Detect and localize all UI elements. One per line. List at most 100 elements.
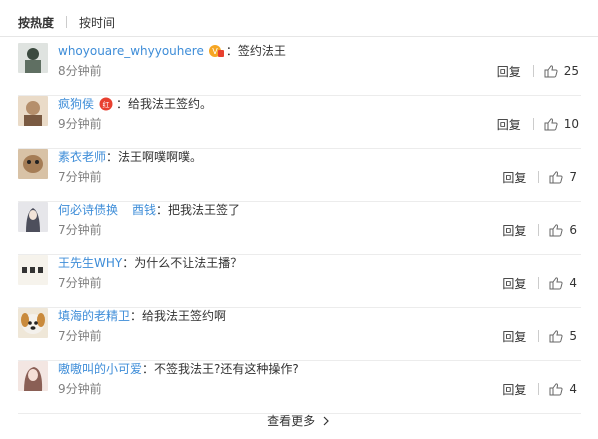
comment-text: 不签我法王?还有这种操作? — [154, 362, 299, 376]
avatar[interactable] — [18, 202, 48, 232]
comment-actions: 回复 6 — [502, 222, 577, 238]
comment-line: 嗷嗷叫的小可爱 ： 不签我法王?还有这种操作? — [58, 361, 299, 377]
like-button[interactable]: 25 — [544, 64, 579, 78]
reply-button[interactable]: 回复 — [502, 222, 526, 239]
comment-text: 把我法王签了 — [168, 203, 241, 217]
avatar[interactable] — [18, 255, 48, 285]
thumbs-up-icon — [549, 382, 563, 395]
vip-badge-icon: V — [208, 44, 224, 58]
comment-text: 给我法王签约。 — [128, 97, 213, 111]
thumbs-up-icon — [544, 64, 558, 77]
comment-line: 填海的老精卫 ： 给我法王签约啊 — [58, 308, 226, 324]
action-divider — [538, 224, 540, 236]
comment-item: 填海的老精卫 ： 给我法王签约啊 7分钟前 回复 5 — [0, 308, 598, 361]
comment-actions: 回复 7 — [502, 169, 577, 185]
like-button[interactable]: 5 — [549, 329, 577, 343]
comment-username[interactable]: 王先生WHY — [58, 255, 122, 271]
like-count: 25 — [563, 64, 579, 78]
like-count: 6 — [569, 223, 577, 237]
comment-username[interactable]: 素衣老师 — [58, 149, 106, 165]
comment-time: 7分钟前 — [58, 223, 102, 237]
like-button[interactable]: 4 — [549, 276, 577, 290]
svg-text:V: V — [212, 47, 218, 56]
comment-time: 7分钟前 — [58, 329, 102, 343]
load-more: 查看更多 — [0, 412, 598, 429]
comment-actions: 回复 10 — [497, 116, 579, 132]
like-count: 4 — [569, 382, 577, 396]
comment-actions: 回复 4 — [502, 381, 577, 397]
reply-button[interactable]: 回复 — [497, 63, 521, 80]
reply-button[interactable]: 回复 — [502, 275, 526, 292]
thumbs-up-icon — [549, 223, 563, 236]
comment-separator: ： — [122, 256, 135, 270]
comment-item: 王先生WHY ： 为什么不让法王播？ 7分钟前 回复 4 — [0, 255, 598, 308]
avatar[interactable] — [18, 308, 48, 338]
like-button[interactable]: 10 — [544, 117, 579, 131]
sort-tabs: 按热度 按时间 — [18, 12, 115, 32]
comment-time: 7分钟前 — [58, 276, 102, 290]
reply-button[interactable]: 回复 — [502, 381, 526, 398]
comment-separator: ： — [225, 44, 238, 58]
header-divider — [0, 36, 598, 37]
comment-username[interactable]: 何必诗债换 — [58, 202, 118, 218]
comment-time: 8分钟前 — [58, 64, 102, 78]
comment-item: whoyouare_whyyouhere V ： 签约法王 8分钟前 回复 25 — [0, 43, 598, 96]
comment-username[interactable]: 嗷嗷叫的小可爱 — [58, 361, 142, 377]
comment-line: 疯狗侯 红 ： 给我法王签约。 — [58, 96, 212, 112]
comment-item: 何必诗债换 酉钱 ： 把我法王签了 7分钟前 回复 6 — [0, 202, 598, 255]
comment-username[interactable]: 疯狗侯 — [58, 96, 94, 112]
action-divider — [538, 330, 540, 342]
comment-time: 9分钟前 — [58, 117, 102, 131]
load-more-label: 查看更多 — [267, 414, 316, 428]
comment-username[interactable]: 填海的老精卫 — [58, 308, 130, 324]
like-count: 10 — [563, 117, 579, 131]
thumbs-up-icon — [549, 170, 563, 183]
thumbs-up-icon — [549, 276, 563, 289]
load-more-button[interactable]: 查看更多 — [267, 414, 331, 428]
tab-by-hot[interactable]: 按热度 — [18, 14, 54, 31]
like-button[interactable]: 4 — [549, 382, 577, 396]
comment-text: 给我法王签约啊 — [142, 309, 227, 323]
action-divider — [532, 118, 534, 130]
action-divider — [538, 277, 540, 289]
comment-username[interactable]: whoyouare_whyyouhere — [58, 43, 204, 59]
comment-separator: ： — [156, 203, 169, 217]
comment-line: whoyouare_whyyouhere V ： 签约法王 — [58, 43, 286, 59]
comment-text: 为什么不让法王播？ — [134, 256, 243, 270]
comment-separator: ： — [130, 309, 143, 323]
avatar[interactable] — [18, 361, 48, 391]
action-divider — [532, 65, 534, 77]
reply-button[interactable]: 回复 — [497, 116, 521, 133]
like-button[interactable]: 6 — [549, 223, 577, 237]
comment-username-part[interactable]: 酉钱 — [132, 202, 156, 218]
comment-text: 签约法王 — [237, 44, 286, 58]
comment-actions: 回复 25 — [497, 63, 579, 79]
thumbs-up-icon — [549, 329, 563, 342]
comment-separator: ： — [142, 362, 155, 376]
chevron-right-icon — [323, 416, 329, 426]
comment-item: 疯狗侯 红 ： 给我法王签约。 9分钟前 回复 10 — [0, 96, 598, 149]
like-button[interactable]: 7 — [549, 170, 577, 184]
svg-text:红: 红 — [103, 100, 110, 109]
thumbs-up-icon — [544, 117, 558, 130]
like-count: 5 — [569, 329, 577, 343]
avatar[interactable] — [18, 43, 48, 73]
avatar[interactable] — [18, 96, 48, 126]
comment-time: 9分钟前 — [58, 382, 102, 396]
comment-actions: 回复 5 — [502, 328, 577, 344]
comment-time: 7分钟前 — [58, 170, 102, 184]
comment-actions: 回复 4 — [502, 275, 577, 291]
comment-separator: ： — [106, 150, 119, 164]
comment-line: 素衣老师 ： 法王啊噗啊噗。 — [58, 149, 202, 165]
action-divider — [538, 383, 540, 395]
reply-button[interactable]: 回复 — [502, 169, 526, 186]
reply-button[interactable]: 回复 — [502, 328, 526, 345]
avatar[interactable] — [18, 149, 48, 179]
comment-line: 何必诗债换 酉钱 ： 把我法王签了 — [58, 202, 240, 218]
comment-line: 王先生WHY ： 为什么不让法王播？ — [58, 255, 242, 271]
comment-item: 嗷嗷叫的小可爱 ： 不签我法王?还有这种操作? 9分钟前 回复 4 — [0, 361, 598, 414]
tab-by-time[interactable]: 按时间 — [79, 14, 115, 31]
comment-item: 素衣老师 ： 法王啊噗啊噗。 7分钟前 回复 7 — [0, 149, 598, 202]
like-count: 4 — [569, 276, 577, 290]
comment-text: 法王啊噗啊噗。 — [118, 150, 203, 164]
